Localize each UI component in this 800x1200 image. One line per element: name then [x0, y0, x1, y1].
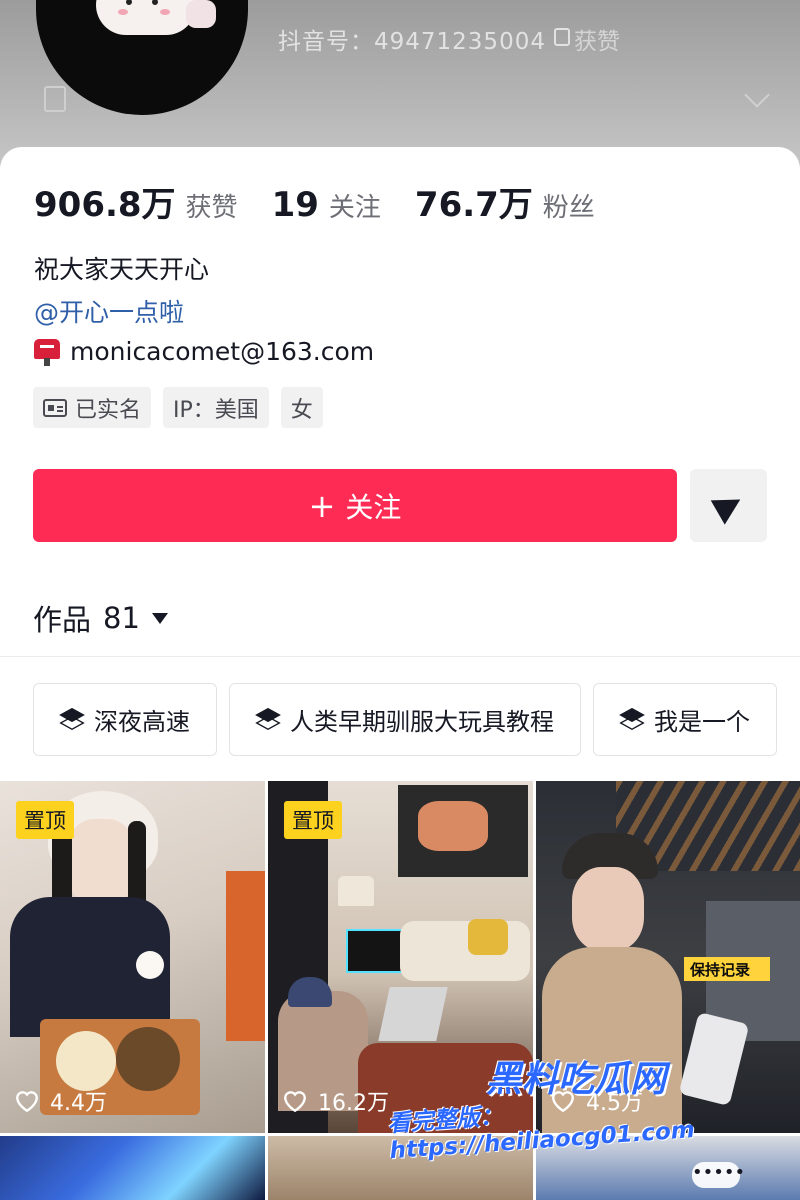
likes-label: 获赞: [185, 193, 238, 223]
tag-gender: 女: [280, 387, 323, 428]
caret-down-icon: [151, 612, 168, 624]
layers-icon: [255, 707, 282, 732]
collection-chip[interactable]: 人类早期驯服大玩具教程: [229, 683, 581, 756]
id-card-icon: [43, 398, 67, 417]
works-count: 81: [103, 601, 140, 635]
tag-ip: IP：美国: [163, 387, 269, 428]
profile-tags: 已实名 IP：美国 女: [33, 387, 335, 428]
following-count: 19: [271, 185, 319, 225]
dog-illustration: [96, 0, 196, 35]
mailbox-icon: [34, 336, 60, 366]
follow-label: 关注: [345, 490, 402, 524]
plus-icon: +: [308, 486, 336, 525]
layers-icon: [619, 707, 646, 732]
pinned-badge: 置顶: [16, 801, 74, 839]
document-icon[interactable]: [44, 86, 66, 112]
email-row: monicacomet@163.com: [34, 336, 374, 366]
followers-label: 粉丝: [542, 193, 595, 223]
video-caption-sticker: 保持记录: [684, 957, 770, 981]
collection-chip[interactable]: 深夜高速: [33, 683, 217, 756]
douyin-id: 抖音号：49471235004: [278, 29, 546, 55]
video-likes-count: 16.2万: [318, 1091, 389, 1116]
video-thumbnail[interactable]: [0, 1136, 265, 1200]
layers-icon: [59, 707, 86, 732]
follow-button[interactable]: + 关注: [33, 469, 677, 542]
collection-label: 人类早期驯服大玩具教程: [290, 708, 554, 736]
heart-icon: [284, 1091, 306, 1113]
followers-count: 76.7万: [414, 185, 533, 225]
send-icon: [710, 486, 747, 525]
tab-works[interactable]: 作品 81: [33, 597, 168, 639]
video-likes-count: 4.4万: [50, 1091, 107, 1116]
stat-followers[interactable]: 76.7万 粉丝: [415, 177, 595, 226]
following-label: 关注: [328, 193, 381, 223]
tag-label: 女: [290, 397, 313, 423]
heart-icon: [16, 1091, 38, 1113]
likes-count: 906.8万: [34, 185, 176, 225]
stat-following[interactable]: 19 关注: [272, 185, 381, 225]
video-likes: 4.4万: [14, 1085, 107, 1117]
tag-verified: 已实名: [33, 387, 152, 428]
mention-link[interactable]: @开心一点啦: [34, 293, 184, 329]
tag-label: IP：美国: [173, 397, 259, 423]
stat-likes[interactable]: 906.8万 获赞: [34, 177, 238, 226]
collection-chip[interactable]: 我是一个: [593, 683, 777, 756]
video-thumbnail[interactable]: 置顶 4.4万: [0, 781, 265, 1133]
divider: [0, 656, 800, 657]
send-message-button[interactable]: [690, 469, 767, 542]
video-likes: 16.2万: [282, 1085, 389, 1117]
email-text: monicacomet@163.com: [70, 336, 375, 366]
pinned-badge: 置顶: [284, 801, 342, 839]
header-got-like-text: 获赞: [574, 29, 620, 55]
more-icon[interactable]: •••••: [692, 1162, 745, 1188]
bio-text: 祝大家天天开心: [34, 255, 210, 284]
stats-row: 906.8万 获赞 19 关注 76.7万 粉丝: [34, 177, 629, 226]
collections-row: 深夜高速 人类早期驯服大玩具教程 我是一个: [33, 683, 789, 756]
works-label: 作品: [33, 603, 92, 637]
tag-label: 已实名: [75, 397, 142, 423]
copy-icon[interactable]: [554, 28, 570, 46]
collection-label: 深夜高速: [94, 708, 190, 736]
collection-label: 我是一个: [654, 708, 750, 736]
hand-illustration: [186, 0, 216, 28]
